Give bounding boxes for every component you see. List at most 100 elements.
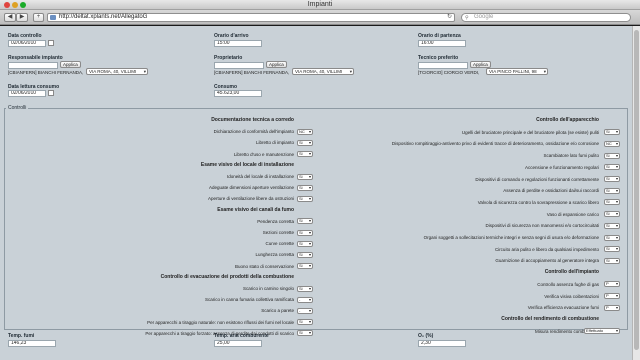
add-bookmark-button[interactable]: + bbox=[33, 13, 44, 22]
control-value-select[interactable]: Si bbox=[604, 211, 620, 218]
control-value-select[interactable]: NC bbox=[604, 140, 620, 147]
forward-button[interactable]: ▶ bbox=[16, 13, 28, 22]
browser-toolbar: ◀ ▶ + http://deltat.xplants.net/Allegato… bbox=[0, 10, 640, 25]
tecnico-input[interactable] bbox=[418, 62, 468, 69]
control-value-select[interactable]: Si bbox=[604, 222, 620, 229]
control-value-select[interactable]: - bbox=[297, 296, 313, 303]
control-value-select[interactable]: Si bbox=[297, 285, 313, 292]
orario-partenza-input[interactable]: 16:00 bbox=[418, 40, 466, 47]
url-text: http://deltat.xplants.net/AllegatoG bbox=[59, 14, 148, 20]
control-value-select[interactable]: Si bbox=[297, 139, 313, 146]
responsabile-input[interactable] bbox=[8, 62, 58, 69]
control-label: Vaso di espansione carico bbox=[546, 211, 599, 217]
proprietario-apply-button[interactable]: Applica bbox=[266, 61, 287, 68]
temp-aria-label: Temp. aria comburente bbox=[214, 333, 269, 339]
control-label: Sezioni corrette bbox=[262, 230, 294, 235]
control-label: Dispositivi di sicurezza non manomessi e… bbox=[485, 223, 599, 229]
control-value-select[interactable]: Si bbox=[604, 187, 620, 194]
tecnico-address-select[interactable]: VIA PINCO PALLINI, 98 bbox=[486, 68, 548, 75]
control-value-select[interactable]: - bbox=[297, 307, 313, 314]
site-favicon-icon bbox=[50, 15, 56, 20]
o2-input[interactable]: 2,30 bbox=[418, 340, 466, 347]
control-value-select[interactable]: Si bbox=[297, 151, 313, 158]
temp-fumi-input[interactable]: 146,23 bbox=[8, 340, 56, 347]
control-label: Assenza di perdite e ossidazioni dai/sui… bbox=[503, 188, 599, 194]
control-value-select[interactable]: Si bbox=[604, 129, 620, 136]
window-title: Impianti bbox=[307, 1, 333, 8]
control-value-select[interactable]: Si bbox=[297, 319, 313, 326]
section-heading: Esame visivo dei canali da fumo bbox=[217, 206, 294, 213]
scrollbar-thumb[interactable] bbox=[634, 30, 639, 350]
control-value-select[interactable]: Si bbox=[297, 195, 313, 202]
consumo-input[interactable]: 45.623,00 bbox=[214, 90, 262, 97]
control-value-select[interactable]: P bbox=[604, 293, 620, 299]
tecnico-name: [TCIORCIO] CIORCIO VERDI, bbox=[418, 70, 480, 75]
section-heading: Documentazione tecnica a corredo bbox=[211, 117, 294, 123]
control-value-select[interactable]: NC bbox=[297, 128, 313, 135]
responsabile-address-select[interactable]: VIA ROMA, 40, VILLIMI bbox=[86, 68, 148, 75]
control-value-select[interactable]: Si bbox=[297, 263, 313, 270]
control-value-select[interactable]: Si bbox=[297, 330, 313, 337]
control-value-select[interactable]: Si bbox=[297, 251, 313, 258]
control-value-select[interactable]: Si bbox=[297, 240, 313, 247]
search-field[interactable]: ⚲ Google bbox=[461, 13, 631, 22]
data-controllo-input[interactable]: 02/06/2010 bbox=[8, 40, 46, 47]
control-label: Aperture di ventilazione libere da ostru… bbox=[207, 196, 294, 202]
back-arrow-icon: ◀ bbox=[7, 14, 13, 20]
control-label: Accensione e funzionamento regolari bbox=[524, 164, 599, 170]
section-heading: Esame visivo del locale di installazione bbox=[200, 161, 294, 168]
control-label: Buono stato di conservazione bbox=[234, 263, 294, 269]
section-heading: Controllo dell'impianto bbox=[544, 269, 599, 276]
temp-fumi-label: Temp. fumi bbox=[8, 333, 35, 339]
temp-aria-input[interactable]: 25,00 bbox=[214, 340, 262, 347]
control-label: Scarico in canna fumaria collettiva rami… bbox=[204, 297, 294, 303]
control-label: Dichiarazione di conformità dell'impiant… bbox=[213, 129, 294, 135]
control-label: Pendenza corretta bbox=[257, 218, 294, 224]
section-heading: Controllo di evacuazione dei prodotti de… bbox=[160, 273, 294, 280]
responsabile-name: [CBIANFERN] BIANCHI FERNANDA, bbox=[8, 70, 84, 75]
section-heading: Controllo del rendimento di combustione bbox=[501, 315, 599, 322]
control-value-select[interactable]: P bbox=[604, 281, 620, 288]
control-label: Scarico a parete bbox=[261, 308, 294, 314]
plus-icon: + bbox=[36, 14, 41, 20]
data-lettura-input[interactable]: 02/06/2010 bbox=[8, 90, 46, 97]
control-value-select[interactable]: Si bbox=[297, 184, 313, 191]
control-value-select[interactable]: Si bbox=[604, 234, 620, 241]
proprietario-address-select[interactable]: VIA ROMA, 40, VILLIMI bbox=[292, 68, 354, 75]
proprietario-input[interactable] bbox=[214, 62, 264, 69]
responsabile-apply-button[interactable]: Applica bbox=[60, 61, 81, 68]
control-value-select[interactable]: Si bbox=[604, 176, 620, 182]
control-label: Circuito aria pulito e libero da qualsia… bbox=[494, 246, 599, 252]
tecnico-apply-button[interactable]: Applica bbox=[470, 61, 491, 68]
orario-partenza-label: Orario di partenza bbox=[418, 33, 461, 39]
control-value-select[interactable]: Si bbox=[297, 218, 313, 225]
control-value-select[interactable]: Si bbox=[297, 173, 313, 180]
control-value-select[interactable]: Effettuato bbox=[584, 328, 620, 335]
address-bar[interactable]: http://deltat.xplants.net/AllegatoG ↻ bbox=[47, 13, 455, 22]
reload-icon[interactable]: ↻ bbox=[447, 14, 452, 21]
control-value-select[interactable]: Si bbox=[604, 164, 620, 171]
control-value-select[interactable]: Si bbox=[297, 229, 313, 236]
control-value-select[interactable]: P bbox=[604, 304, 620, 311]
control-label: Ugelli del bruciatore principale e del b… bbox=[461, 129, 599, 135]
control-label: Idoneità del locale di installazione bbox=[226, 174, 294, 179]
control-label: Lunghezza corretta bbox=[255, 252, 294, 258]
control-value-select[interactable]: Si bbox=[604, 152, 620, 159]
orario-arrivo-label: Orario d'arrivo bbox=[214, 33, 249, 39]
control-label: Libretto d'uso e manutenzione bbox=[233, 151, 294, 157]
proprietario-label: Proprietario bbox=[214, 55, 243, 61]
control-label: Controllo assenza fughe di gas bbox=[537, 281, 599, 287]
search-icon: ⚲ bbox=[465, 15, 469, 21]
proprietario-name: [CBIANFERN] BIANCHI FERNANDA, bbox=[214, 70, 290, 75]
control-label: Libretto di impianto bbox=[255, 140, 294, 146]
data-controllo-calendar-checkbox[interactable] bbox=[48, 40, 54, 46]
control-value-select[interactable]: Si bbox=[604, 246, 620, 253]
vertical-scrollbar[interactable] bbox=[632, 26, 640, 360]
back-button[interactable]: ◀ bbox=[4, 13, 16, 22]
orario-arrivo-input[interactable]: 15:00 bbox=[214, 40, 262, 47]
control-value-select[interactable]: Si bbox=[604, 199, 620, 206]
control-value-select[interactable]: Si bbox=[604, 257, 620, 264]
data-controllo-label: Data controllo bbox=[8, 33, 42, 39]
data-lettura-calendar-checkbox[interactable] bbox=[48, 90, 54, 96]
section-heading: Controllo dell'apparecchio bbox=[536, 117, 599, 123]
